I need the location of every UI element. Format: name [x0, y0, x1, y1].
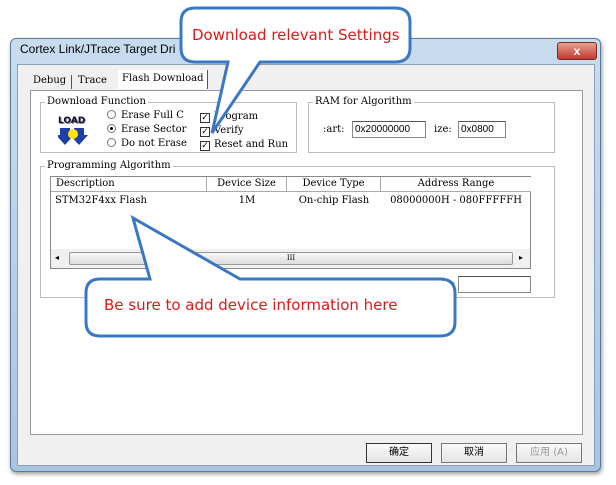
callout-top-text: Download relevant Settings: [192, 26, 400, 44]
callout-shapes: [84, 6, 457, 338]
callout-bottom-text: Be sure to add device information here: [104, 296, 398, 314]
callout-bottom-bubble: [84, 214, 457, 338]
